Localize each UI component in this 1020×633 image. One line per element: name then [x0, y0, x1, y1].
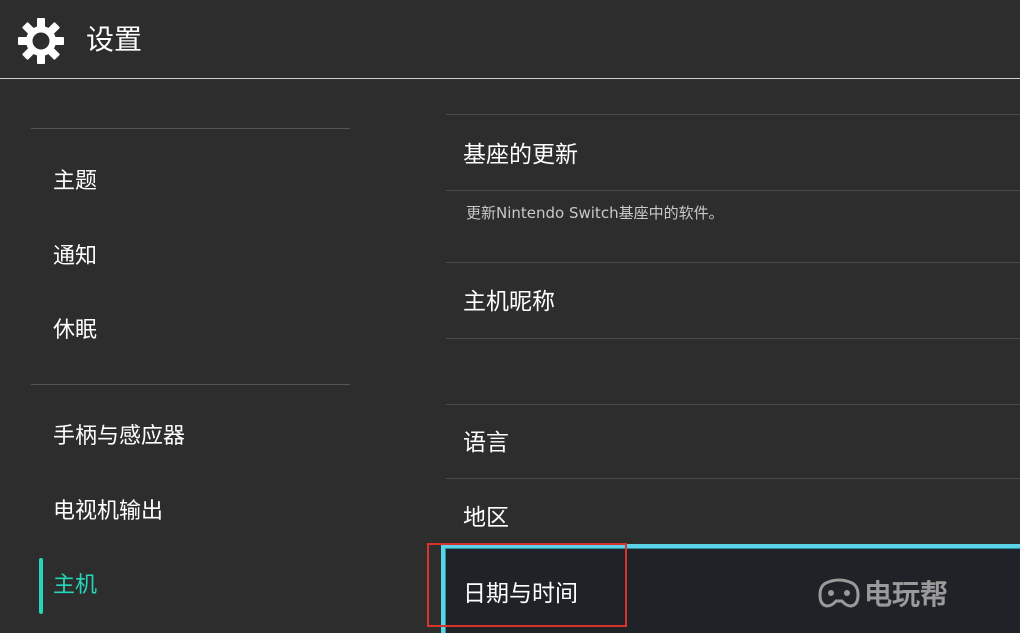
gear-icon — [18, 18, 64, 64]
watermark-text: 电玩帮 — [864, 578, 949, 611]
sidebar: amiibo 主题 通知 休眠 手柄与感应器 电视机输出 主机 — [0, 65, 412, 633]
row-divider — [446, 338, 1020, 339]
sidebar-divider — [31, 384, 350, 385]
sidebar-item-sleep[interactable]: 休眠 — [53, 316, 97, 346]
row-divider — [446, 262, 1020, 263]
row-console-nickname[interactable]: 主机昵称 — [463, 287, 555, 317]
row-divider — [446, 190, 1020, 191]
row-language[interactable]: 语言 — [463, 428, 509, 458]
sidebar-item-tv-output[interactable]: 电视机输出 — [53, 497, 163, 527]
sidebar-divider — [31, 128, 350, 129]
row-divider — [446, 114, 1020, 115]
settings-screen: 设置 amiibo 主题 通知 休眠 手柄与感应器 电视机输出 主机 基座的更新… — [0, 0, 1020, 633]
sidebar-item-system[interactable]: 主机 — [53, 571, 97, 601]
page-title: 设置 — [86, 23, 143, 56]
header-bar: 设置 — [0, 0, 1020, 79]
sidebar-item-controllers[interactable]: 手柄与感应器 — [53, 422, 185, 452]
sidebar-item-notifications[interactable]: 通知 — [53, 242, 97, 272]
row-dock-update-description: 更新Nintendo Switch基座中的软件。 — [466, 204, 724, 222]
row-divider — [446, 478, 1020, 479]
row-region[interactable]: 地区 — [463, 503, 509, 533]
row-divider — [446, 404, 1020, 405]
gamepad-logo-icon — [818, 578, 860, 608]
row-dock-update[interactable]: 基座的更新 — [463, 140, 578, 170]
watermark: 电玩帮 — [818, 573, 948, 613]
active-indicator — [39, 558, 43, 614]
sidebar-item-theme[interactable]: 主题 — [53, 167, 97, 197]
annotation-highlight-box — [427, 543, 627, 627]
